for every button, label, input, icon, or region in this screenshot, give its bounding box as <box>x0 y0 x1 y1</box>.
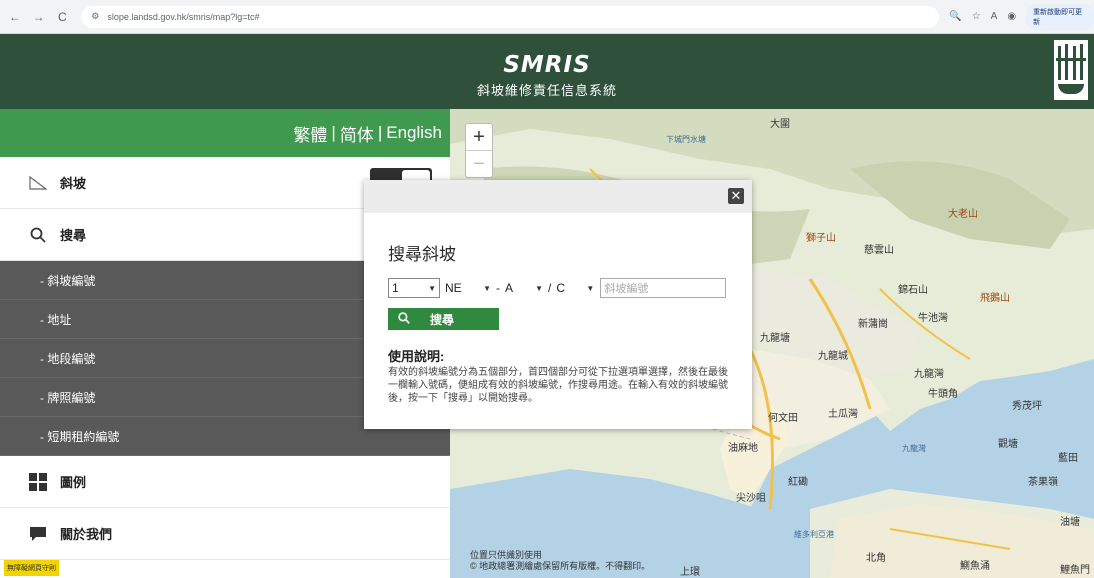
sheet-select[interactable]: 1 ▼ <box>388 278 440 298</box>
translate-icon[interactable]: A <box>991 11 998 22</box>
lang-english[interactable]: English <box>384 123 444 143</box>
map-label: 九龍灣 <box>914 369 944 380</box>
map-label: 觀塘 <box>998 439 1018 450</box>
close-icon[interactable]: ✕ <box>728 188 744 204</box>
zoom-out-button[interactable]: − <box>466 151 492 177</box>
search-icon <box>398 311 420 327</box>
zoom-control: + − <box>465 123 493 178</box>
slope-number-form: 1 ▼ NE ▼ - A ▼ / C ▼ 斜坡編號 <box>388 278 727 298</box>
zoom-icon[interactable]: 🔍 <box>949 11 961 22</box>
zoom-in-button[interactable]: + <box>466 124 492 150</box>
map-label: 下城門水塘 <box>666 135 706 144</box>
map-label: 何文田 <box>768 413 798 424</box>
update-button[interactable]: 重新啟動即可更新 <box>1026 3 1094 30</box>
reload-icon[interactable]: C <box>54 8 72 26</box>
map-label: 尖沙咀 <box>736 493 766 504</box>
map-label: 土瓜灣 <box>828 409 858 420</box>
chat-bubble-icon <box>28 526 48 542</box>
map-label: 油塘 <box>1060 517 1080 528</box>
map-label: 飛鵝山 <box>980 293 1010 304</box>
map-label: 九龍塘 <box>760 333 790 344</box>
menu-label-search: 搜尋 <box>60 228 87 243</box>
map-label: 九龍灣 <box>902 444 926 453</box>
address-text: slope.landsd.gov.hk/smris/map?lg=tc# <box>107 11 260 22</box>
menu-label-slope: 斜坡 <box>60 176 87 191</box>
menu-label-about: 關於我們 <box>60 527 113 542</box>
search-icon <box>28 227 48 243</box>
grid-icon <box>28 472 48 491</box>
site-logo[interactable]: SMRIS <box>0 52 1094 78</box>
grid-letter-select[interactable]: A ▼ <box>502 278 546 298</box>
map-label: 獅子山 <box>806 233 836 244</box>
map-label: 牛池灣 <box>918 313 948 324</box>
dialog-header: ✕ <box>364 180 752 213</box>
usage-title: 使用說明: <box>388 349 445 364</box>
chevron-down-icon: ▼ <box>535 283 543 293</box>
slope-number-input[interactable]: 斜坡編號 <box>600 278 727 298</box>
map-label: 紅磡 <box>788 477 808 488</box>
map-label: 錦石山 <box>898 285 928 296</box>
menu-item-about[interactable]: 關於我們 <box>0 508 450 560</box>
menu-item-legend[interactable]: 圖例 <box>0 456 450 508</box>
map-label: 藍田 <box>1058 453 1078 464</box>
map-label: 茶果嶺 <box>1028 477 1058 488</box>
menu-label-legend: 圖例 <box>60 475 87 490</box>
language-switcher: 繁體 | 简体 | English <box>0 109 450 157</box>
site-header: SMRIS 斜坡維修責任信息系統 <box>0 34 1094 109</box>
map-label: 新蒲崗 <box>858 319 888 330</box>
map-label: 九龍城 <box>818 351 848 362</box>
search-slope-dialog: ✕ 搜尋斜坡 1 ▼ NE ▼ - A ▼ / C ▼ 斜坡編號 搜尋 使用說明: 有效… <box>364 180 752 429</box>
map-label: 牛頭角 <box>928 389 958 400</box>
map-label: 北角 <box>866 553 886 564</box>
back-icon[interactable]: ← <box>6 8 24 26</box>
slope-icon <box>28 175 48 190</box>
site-info-icon[interactable]: ⚙ <box>91 11 99 22</box>
lang-traditional[interactable]: 繁體 <box>291 121 329 146</box>
map-label: 維多利亞港 <box>794 530 834 539</box>
forward-icon[interactable]: → <box>30 8 48 26</box>
bookmark-star-icon[interactable]: ☆ <box>972 11 981 22</box>
map-label: 鰂魚涌 <box>960 561 990 572</box>
accessibility-link[interactable]: 無障礙網頁守則 <box>4 560 59 576</box>
map-label: 慈雲山 <box>864 245 894 256</box>
map-label: 大老山 <box>948 209 978 220</box>
lands-department-logo-icon <box>1054 40 1088 100</box>
usage-instructions: 有效的斜坡編號分為五個部分，首四個部分可從下拉選項單選擇，然後在最後一欄輸入號碼… <box>388 367 728 404</box>
site-subtitle: 斜坡維修責任信息系統 <box>476 83 617 98</box>
chevron-down-icon: ▼ <box>483 283 491 293</box>
map-label: 鯉魚門 <box>1060 565 1090 576</box>
chevron-down-icon: ▼ <box>428 283 436 293</box>
address-bar[interactable]: ⚙ slope.landsd.gov.hk/smris/map?lg=tc# <box>81 5 940 28</box>
map-label: 上環 <box>680 567 700 578</box>
slope-type-select[interactable]: C ▼ <box>553 278 597 298</box>
dialog-title: 搜尋斜坡 <box>388 245 456 264</box>
quadrant-select[interactable]: NE ▼ <box>442 278 494 298</box>
browser-toolbar: ← → C ⚙ slope.landsd.gov.hk/smris/map?lg… <box>0 0 1094 34</box>
chevron-down-icon: ▼ <box>586 283 595 293</box>
map-label: 大圍 <box>770 119 790 130</box>
map-label: 秀茂坪 <box>1012 401 1042 412</box>
extension-icon[interactable]: ◉ <box>1007 11 1016 22</box>
lang-simplified[interactable]: 简体 <box>338 121 376 146</box>
map-label: 油麻地 <box>728 443 758 454</box>
search-button[interactable]: 搜尋 <box>388 308 499 330</box>
map-attribution: 位置只供識別使用 © 地政總署測繪處保留所有版權。不得翻印。 <box>470 550 651 571</box>
